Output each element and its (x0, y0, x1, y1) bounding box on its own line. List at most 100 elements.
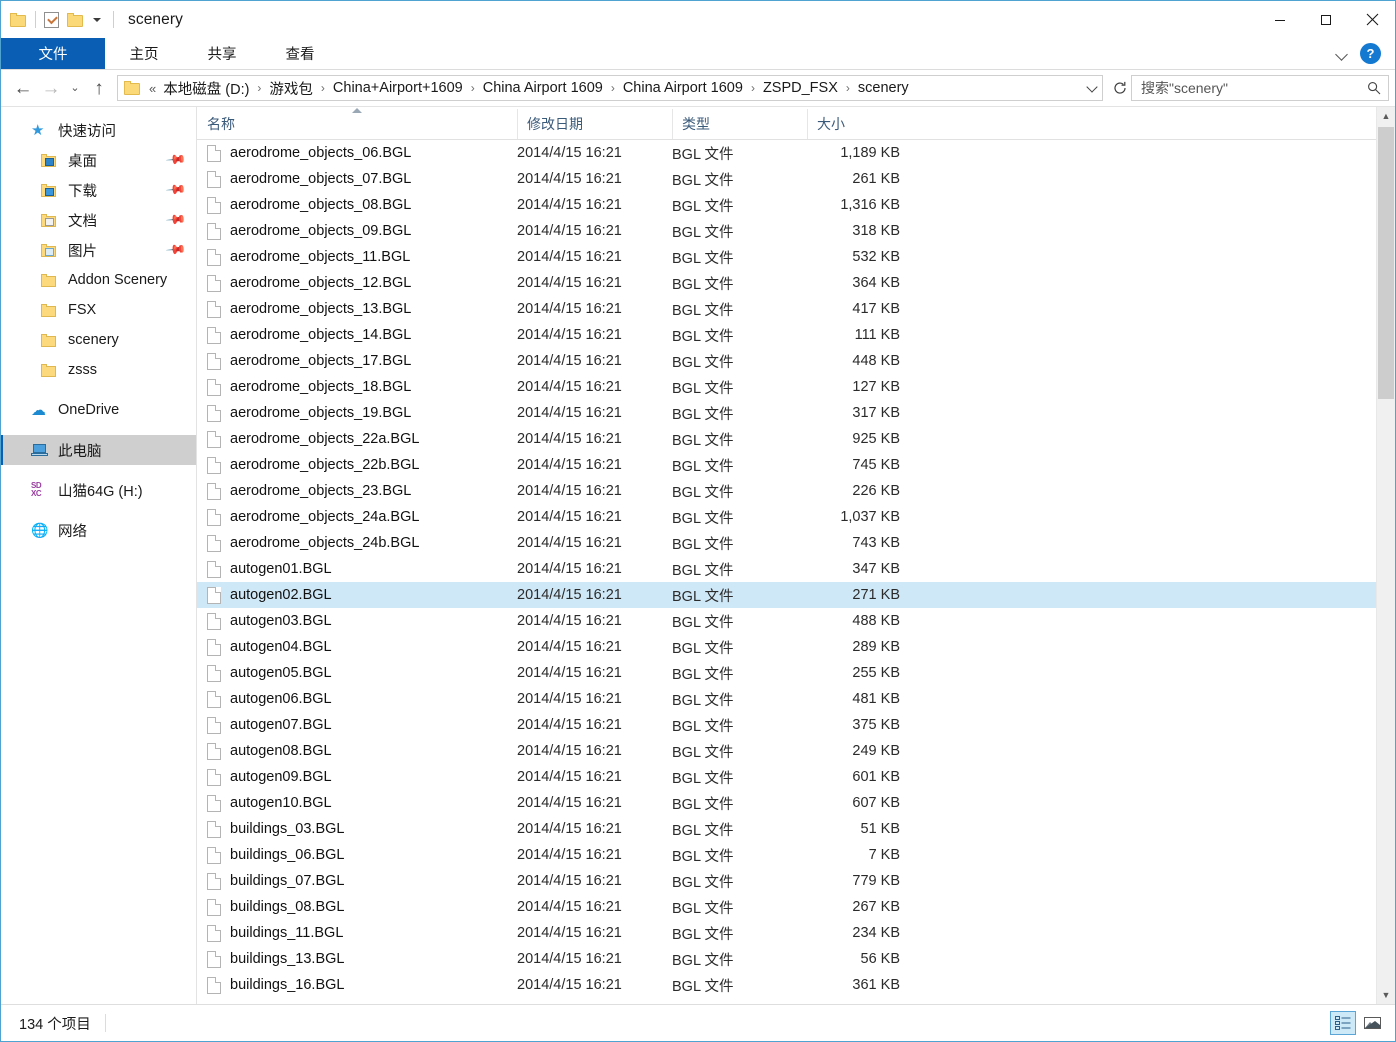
forward-button[interactable]: → (37, 74, 65, 102)
sidebar-item-quick-access[interactable]: ★ 快速访问 (1, 115, 196, 145)
breadcrumb-separator-3[interactable]: › (606, 82, 620, 94)
cell-name[interactable]: aerodrome_objects_24b.BGL (197, 534, 517, 552)
cell-name[interactable]: autogen10.BGL (197, 794, 517, 812)
scroll-down-arrow-icon[interactable]: ▼ (1377, 986, 1395, 1004)
cell-name[interactable]: autogen05.BGL (197, 664, 517, 682)
table-row[interactable]: aerodrome_objects_22a.BGL 2014/4/15 16:21… (197, 426, 1376, 452)
table-row[interactable]: aerodrome_objects_09.BGL 2014/4/15 16:21 B… (197, 218, 1376, 244)
properties-icon[interactable] (44, 11, 59, 28)
recent-locations-chevron-down-icon[interactable]: ⌄ (65, 74, 85, 102)
cell-name[interactable]: aerodrome_objects_18.BGL (197, 378, 517, 396)
cell-name[interactable]: autogen06.BGL (197, 690, 517, 708)
cell-name[interactable]: autogen03.BGL (197, 612, 517, 630)
file-rows[interactable]: aerodrome_objects_06.BGL 2014/4/15 16:21 B… (197, 140, 1376, 1004)
breadcrumb-separator-2[interactable]: › (466, 82, 480, 94)
cell-name[interactable]: buildings_07.BGL (197, 872, 517, 890)
table-row[interactable]: autogen02.BGL 2014/4/15 16:21 BGL 文件 271 KB (197, 582, 1376, 608)
breadcrumb-item-3[interactable]: China Airport 1609 (480, 80, 606, 96)
cell-name[interactable]: buildings_06.BGL (197, 846, 517, 864)
table-row[interactable]: buildings_08.BGL 2014/4/15 16:21 BGL 文件 267… (197, 894, 1376, 920)
cell-name[interactable]: aerodrome_objects_23.BGL (197, 482, 517, 500)
cell-name[interactable]: aerodrome_objects_19.BGL (197, 404, 517, 422)
cell-name[interactable]: autogen01.BGL (197, 560, 517, 578)
maximize-button[interactable] (1303, 1, 1349, 38)
table-row[interactable]: buildings_07.BGL 2014/4/15 16:21 BGL 文件 779… (197, 868, 1376, 894)
table-row[interactable]: autogen01.BGL 2014/4/15 16:21 BGL 文件 347 KB (197, 556, 1376, 582)
scrollbar-track[interactable] (1377, 125, 1395, 986)
table-row[interactable]: aerodrome_objects_11.BGL 2014/4/15 16:21 B… (197, 244, 1376, 270)
breadcrumb-item-5[interactable]: ZSPD_FSX (760, 80, 841, 96)
table-row[interactable]: aerodrome_objects_24b.BGL 2014/4/15 16:21… (197, 530, 1376, 556)
table-row[interactable]: aerodrome_objects_14.BGL 2014/4/15 16:21 B… (197, 322, 1376, 348)
table-row[interactable]: aerodrome_objects_18.BGL 2014/4/15 16:21 B… (197, 374, 1376, 400)
breadcrumb-overflow[interactable]: « (143, 81, 160, 96)
cell-name[interactable]: aerodrome_objects_07.BGL (197, 170, 517, 188)
table-row[interactable]: aerodrome_objects_17.BGL 2014/4/15 16:21 B… (197, 348, 1376, 374)
sidebar-item-zsss[interactable]: zsss (1, 355, 196, 385)
search-box[interactable]: 搜索"scenery" (1131, 75, 1389, 101)
table-row[interactable]: aerodrome_objects_08.BGL 2014/4/15 16:21 B… (197, 192, 1376, 218)
cell-name[interactable]: aerodrome_objects_22b.BGL (197, 456, 517, 474)
up-button[interactable]: ↑ (85, 74, 113, 102)
cell-name[interactable]: aerodrome_objects_12.BGL (197, 274, 517, 292)
table-row[interactable]: autogen09.BGL 2014/4/15 16:21 BGL 文件 601 KB (197, 764, 1376, 790)
table-row[interactable]: aerodrome_objects_23.BGL 2014/4/15 16:21 B… (197, 478, 1376, 504)
cell-name[interactable]: autogen04.BGL (197, 638, 517, 656)
table-row[interactable]: buildings_16.BGL 2014/4/15 16:21 BGL 文件 361… (197, 972, 1376, 998)
breadcrumb-item-6[interactable]: scenery (855, 80, 912, 96)
table-row[interactable]: aerodrome_objects_06.BGL 2014/4/15 16:21 B… (197, 140, 1376, 166)
cell-name[interactable]: buildings_03.BGL (197, 820, 517, 838)
table-row[interactable]: aerodrome_objects_22b.BGL 2014/4/15 16:21… (197, 452, 1376, 478)
pin-icon[interactable]: 📌 (165, 149, 187, 172)
vertical-scrollbar[interactable]: ▲ ▼ (1376, 107, 1395, 1004)
sidebar-item-documents[interactable]: 文档 📌 (1, 205, 196, 235)
close-button[interactable] (1349, 1, 1395, 38)
breadcrumb-separator-5[interactable]: › (841, 82, 855, 94)
table-row[interactable]: buildings_06.BGL 2014/4/15 16:21 BGL 文件 7 K… (197, 842, 1376, 868)
scroll-up-arrow-icon[interactable]: ▲ (1377, 107, 1395, 125)
cell-name[interactable]: buildings_16.BGL (197, 976, 517, 994)
tab-view[interactable]: 查看 (261, 38, 339, 69)
table-row[interactable]: autogen05.BGL 2014/4/15 16:21 BGL 文件 255 KB (197, 660, 1376, 686)
breadcrumb-separator-4[interactable]: › (746, 82, 760, 94)
table-row[interactable]: autogen03.BGL 2014/4/15 16:21 BGL 文件 488 KB (197, 608, 1376, 634)
cell-name[interactable]: autogen07.BGL (197, 716, 517, 734)
table-row[interactable]: aerodrome_objects_19.BGL 2014/4/15 16:21 B… (197, 400, 1376, 426)
column-header-name[interactable]: 名称 (197, 108, 517, 139)
pin-icon[interactable]: 📌 (165, 239, 187, 262)
cell-name[interactable]: aerodrome_objects_11.BGL (197, 248, 517, 266)
sidebar-item-pictures[interactable]: 图片 📌 (1, 235, 196, 265)
folder-icon[interactable] (10, 12, 27, 27)
sidebar-item-this-pc[interactable]: 此电脑 (1, 435, 196, 465)
cell-name[interactable]: buildings_13.BGL (197, 950, 517, 968)
column-header-size[interactable]: 大小 (807, 109, 912, 139)
table-row[interactable]: autogen10.BGL 2014/4/15 16:21 BGL 文件 607 KB (197, 790, 1376, 816)
new-folder-icon[interactable] (67, 12, 84, 27)
pin-icon[interactable]: 📌 (165, 209, 187, 232)
sidebar-item-scenery[interactable]: scenery (1, 325, 196, 355)
pin-icon[interactable]: 📌 (165, 179, 187, 202)
breadcrumb-item-2[interactable]: China+Airport+1609 (330, 80, 466, 96)
scrollbar-thumb[interactable] (1378, 127, 1394, 399)
expand-ribbon-chevron-down-icon[interactable] (1333, 45, 1351, 63)
cell-name[interactable]: aerodrome_objects_17.BGL (197, 352, 517, 370)
sidebar-item-addon-scenery[interactable]: Addon Scenery (1, 265, 196, 295)
table-row[interactable]: aerodrome_objects_07.BGL 2014/4/15 16:21 B… (197, 166, 1376, 192)
cell-name[interactable]: aerodrome_objects_08.BGL (197, 196, 517, 214)
cell-name[interactable]: autogen08.BGL (197, 742, 517, 760)
back-button[interactable]: ← (9, 74, 37, 102)
refresh-icon[interactable] (1109, 75, 1131, 101)
table-row[interactable]: buildings_11.BGL 2014/4/15 16:21 BGL 文件 234… (197, 920, 1376, 946)
cell-name[interactable]: aerodrome_objects_13.BGL (197, 300, 517, 318)
search-input[interactable]: 搜索"scenery" (1141, 78, 1366, 98)
table-row[interactable]: buildings_03.BGL 2014/4/15 16:21 BGL 文件 51 … (197, 816, 1376, 842)
table-row[interactable]: buildings_13.BGL 2014/4/15 16:21 BGL 文件 56 … (197, 946, 1376, 972)
cell-name[interactable]: aerodrome_objects_24a.BGL (197, 508, 517, 526)
cell-name[interactable]: buildings_11.BGL (197, 924, 517, 942)
cell-name[interactable]: buildings_08.BGL (197, 898, 517, 916)
customize-chevron-down-icon[interactable] (89, 12, 105, 28)
address-breadcrumb-bar[interactable]: « 本地磁盘 (D:) › 游戏包 › China+Airport+1609 ›… (117, 75, 1103, 101)
cell-name[interactable]: aerodrome_objects_06.BGL (197, 144, 517, 162)
tab-file[interactable]: 文件 (1, 38, 105, 69)
sidebar-item-sd-card[interactable]: SD XC 山猫64G (H:) (1, 475, 196, 505)
